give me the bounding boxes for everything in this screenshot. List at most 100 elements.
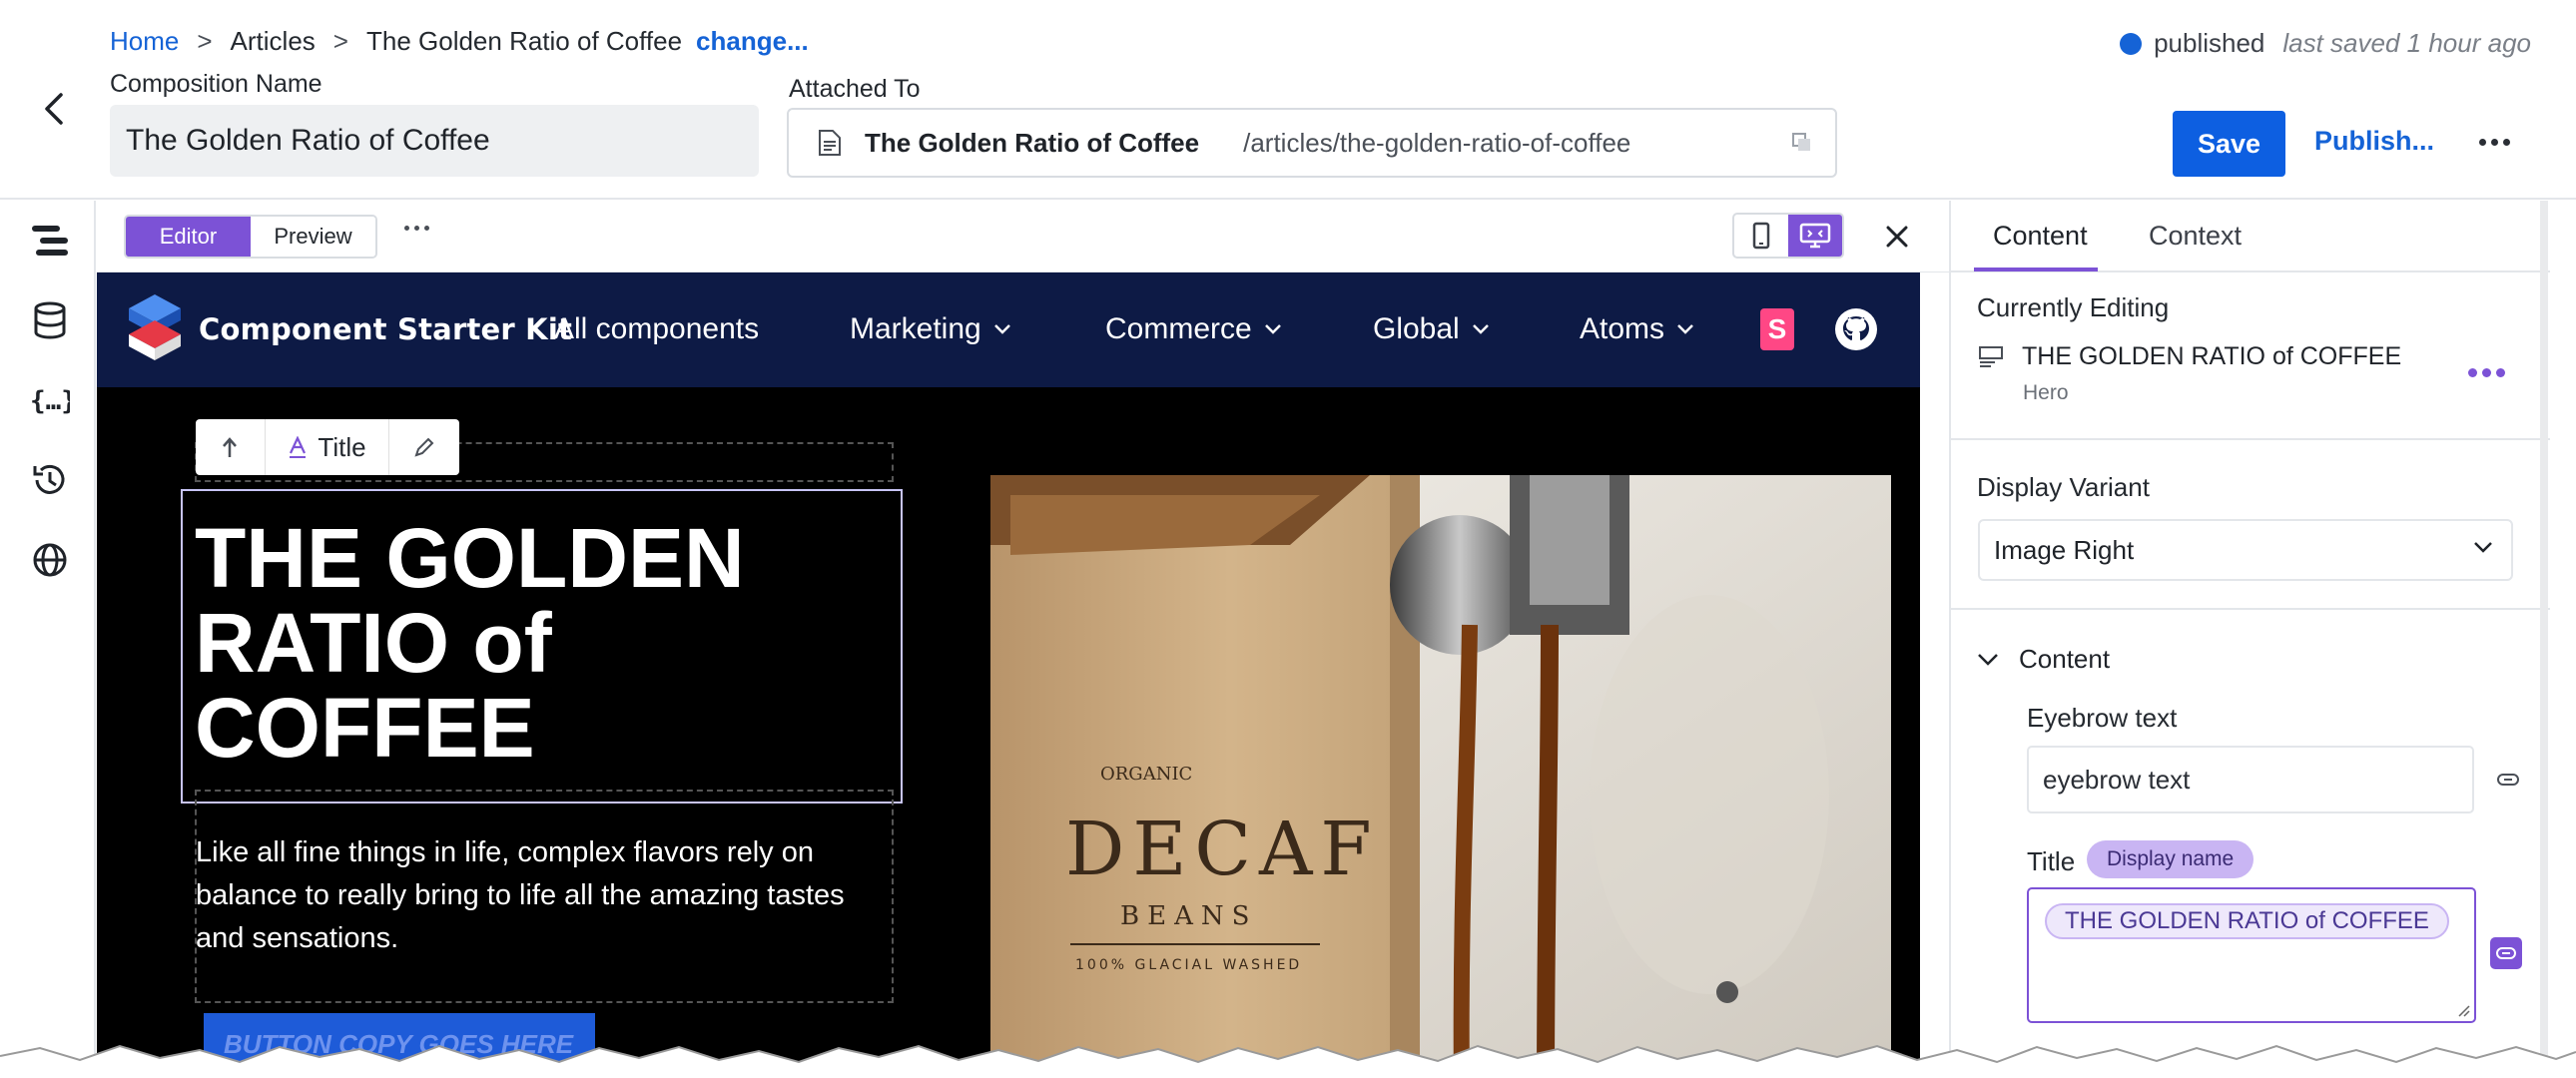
hero-image[interactable]: ORGANIC DECAF BEANS 100% GLACIAL WASHED [990, 475, 1891, 1078]
breadcrumb-separator: > [197, 26, 213, 56]
attached-path: /articles/the-golden-ratio-of-coffee [1243, 127, 1631, 158]
nav-marketing-label: Marketing [850, 312, 981, 345]
braces-icon[interactable]: {…} [30, 380, 70, 420]
more-options-button[interactable] [2474, 122, 2514, 162]
composition-name-input[interactable]: The Golden Ratio of Coffee [110, 105, 759, 177]
edit-pencil-icon[interactable] [389, 419, 459, 475]
chevron-down-icon [993, 324, 1010, 334]
content-section-label: Content [2019, 644, 2111, 674]
active-tab-indicator [1974, 268, 2098, 271]
display-variant-value: Image Right [1994, 534, 2135, 565]
site-navbar: Component Starter Kit All components Mar… [97, 272, 1920, 387]
hero-description[interactable]: Like all fine things in life, complex fl… [196, 831, 895, 960]
mode-toggle: Editor Preview [124, 215, 377, 259]
link-icon[interactable] [2490, 937, 2522, 969]
floating-title-label: Title [318, 431, 366, 462]
properties-panel: Content Context Currently Editing THE GO… [1949, 201, 2550, 1078]
breadcrumb-separator: > [332, 26, 348, 56]
nav-all-components[interactable]: All components [554, 312, 759, 346]
link-icon[interactable] [2492, 764, 2524, 796]
preview-mode-button[interactable]: Preview [251, 217, 375, 257]
breadcrumb-articles[interactable]: Articles [231, 26, 316, 57]
chevron-down-icon [1472, 324, 1489, 334]
hero-title-selected[interactable]: THE GOLDEN RATIO of COFFEE [181, 489, 903, 804]
display-name-badge: Display name [2087, 840, 2254, 878]
currently-editing-label: Currently Editing [1977, 292, 2170, 322]
title-field-label: Title [2027, 846, 2076, 876]
document-icon [819, 130, 841, 156]
github-icon[interactable] [1834, 307, 1878, 351]
site-name[interactable]: Component Starter Kit [199, 312, 572, 346]
back-button[interactable] [30, 85, 78, 133]
eyebrow-input[interactable]: eyebrow text [2027, 746, 2474, 813]
current-component-title: THE GOLDEN RATIO of COFFEE [2022, 342, 2402, 370]
close-icon[interactable] [1877, 217, 1917, 257]
current-component-type: Hero [2023, 381, 2069, 404]
attached-to-label: Attached To [789, 75, 921, 103]
status-dot [2120, 32, 2143, 55]
layers-icon[interactable] [30, 221, 70, 261]
panel-tabs: Content Context [1951, 201, 2550, 272]
editor-toolbar: Editor Preview [97, 201, 1949, 272]
text-type-icon [290, 436, 307, 458]
chevron-down-icon [1677, 324, 1693, 334]
save-button[interactable]: Save [2173, 111, 2285, 177]
title-value-chip[interactable]: THE GOLDEN RATIO of COFFEE [2045, 903, 2449, 939]
publish-status: published last saved 1 hour ago [2120, 28, 2531, 59]
torn-edge-decoration [0, 1044, 2576, 1078]
title-field[interactable]: THE GOLDEN RATIO of COFFEE [2027, 887, 2476, 1023]
tab-content[interactable]: Content [1993, 221, 2088, 252]
panel-scrollbar[interactable] [2540, 201, 2548, 1078]
content-section-toggle[interactable]: Content [1977, 644, 2110, 675]
toolbar-more-button[interactable] [404, 226, 429, 231]
publish-button[interactable]: Publish... [2314, 126, 2434, 157]
display-variant-select[interactable]: Image Right [1978, 519, 2513, 581]
attached-title[interactable]: The Golden Ratio of Coffee [865, 128, 1199, 159]
select-parent-icon[interactable] [196, 419, 266, 475]
component-icon [1979, 346, 2003, 367]
breadcrumb: Home > Articles > The Golden Ratio of Co… [110, 26, 809, 57]
hero-title[interactable]: THE GOLDEN RATIO of COFFEE [195, 516, 894, 771]
divider [1951, 608, 2550, 610]
device-toggle [1732, 213, 1844, 259]
nav-marketing[interactable]: Marketing [850, 312, 1011, 346]
component-more-button[interactable] [2468, 368, 2505, 377]
breadcrumb-home[interactable]: Home [110, 26, 179, 57]
desktop-icon[interactable] [1788, 215, 1842, 257]
bag-text-decaf: DECAF [1065, 807, 1380, 892]
bag-text-organic: ORGANIC [1100, 764, 1192, 785]
history-icon[interactable] [30, 460, 70, 500]
change-link[interactable]: change... [696, 26, 809, 57]
resize-grip-icon[interactable] [2456, 1003, 2470, 1017]
nav-global[interactable]: Global [1373, 312, 1490, 346]
divider [1951, 438, 2550, 440]
nav-all-label: All components [554, 312, 760, 345]
editor-mode-button[interactable]: Editor [126, 217, 251, 257]
nav-atoms[interactable]: Atoms [1580, 312, 1694, 346]
breadcrumb-current: The Golden Ratio of Coffee [365, 26, 683, 56]
chevron-down-icon [1978, 653, 1998, 666]
bag-text-beans: BEANS [1120, 901, 1257, 931]
database-icon[interactable] [30, 300, 70, 340]
attached-to-field[interactable]: The Golden Ratio of Coffee /articles/the… [787, 108, 1837, 178]
globe-icon[interactable] [30, 540, 70, 580]
nav-global-label: Global [1373, 312, 1460, 345]
chevron-down-icon [1264, 324, 1281, 334]
nav-atoms-label: Atoms [1580, 312, 1665, 345]
last-saved-text: last saved 1 hour ago [2282, 28, 2531, 58]
nav-commerce-label: Commerce [1105, 312, 1252, 345]
chevron-left-icon [45, 93, 63, 125]
top-header: Home > Articles > The Golden Ratio of Co… [0, 0, 2576, 200]
mobile-icon[interactable] [1734, 215, 1788, 257]
display-variant-label: Display Variant [1977, 472, 2150, 502]
svg-text:{…}: {…} [30, 386, 70, 416]
status-text: published [2154, 28, 2265, 58]
icon-rail: {…} [0, 201, 96, 1078]
starter-kit-logo [129, 294, 181, 360]
copy-icon[interactable] [1791, 132, 1813, 154]
nav-commerce[interactable]: Commerce [1105, 312, 1282, 346]
element-floating-toolbar: Title [196, 419, 459, 475]
tab-context[interactable]: Context [2149, 221, 2242, 252]
storybook-icon[interactable]: S [1760, 308, 1794, 350]
preview-canvas[interactable]: Component Starter Kit All components Mar… [97, 272, 1920, 1078]
